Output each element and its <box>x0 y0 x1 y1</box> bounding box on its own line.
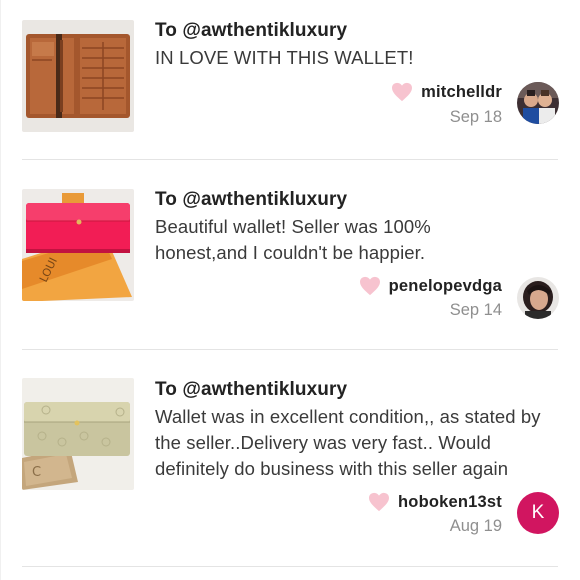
review-date: Aug 19 <box>449 517 502 535</box>
author-username[interactable]: hoboken13st <box>398 493 502 512</box>
review-divider <box>22 349 558 350</box>
review-author[interactable]: hoboken13st <box>368 492 502 512</box>
review-author[interactable]: mitchelldr <box>391 82 502 102</box>
review-recipient[interactable]: To @awthentikluxury <box>155 379 347 401</box>
user-photo-avatar <box>517 82 559 124</box>
review-recipient[interactable]: To @awthentikluxury <box>155 20 347 42</box>
review-divider <box>22 159 558 160</box>
review-recipient[interactable]: To @awthentikluxury <box>155 189 347 211</box>
avatar[interactable] <box>517 277 559 319</box>
review-divider <box>22 566 558 567</box>
author-username[interactable]: mitchelldr <box>421 83 502 102</box>
listing-thumbnail[interactable] <box>22 20 134 132</box>
avatar[interactable]: K <box>517 492 559 534</box>
svg-text:C: C <box>32 465 41 480</box>
gold-wallet-image: C <box>22 378 134 490</box>
avatar[interactable] <box>517 82 559 124</box>
listing-thumbnail[interactable]: C <box>22 378 134 490</box>
reviews-page: To @awthentikluxury IN LOVE WITH THIS WA… <box>0 0 580 580</box>
heart-icon[interactable] <box>391 82 413 102</box>
pink-wallet-image: LOUI <box>22 189 134 301</box>
brown-wallet-image <box>22 20 134 132</box>
author-username[interactable]: penelopevdga <box>389 277 502 296</box>
heart-icon[interactable] <box>368 492 390 512</box>
review-text: Beautiful wallet! Seller was 100% honest… <box>155 216 431 263</box>
review-author[interactable]: penelopevdga <box>359 276 502 296</box>
user-photo-avatar <box>517 277 559 319</box>
listing-thumbnail[interactable]: LOUI <box>22 189 134 301</box>
review-text: Wallet was in excellent condition,, as s… <box>155 406 541 479</box>
review-text: IN LOVE WITH THIS WALLET! <box>155 47 414 68</box>
left-edge-divider <box>0 0 1 580</box>
review-date: Sep 18 <box>449 108 502 126</box>
heart-icon[interactable] <box>359 276 381 296</box>
review-date: Sep 14 <box>449 301 502 319</box>
